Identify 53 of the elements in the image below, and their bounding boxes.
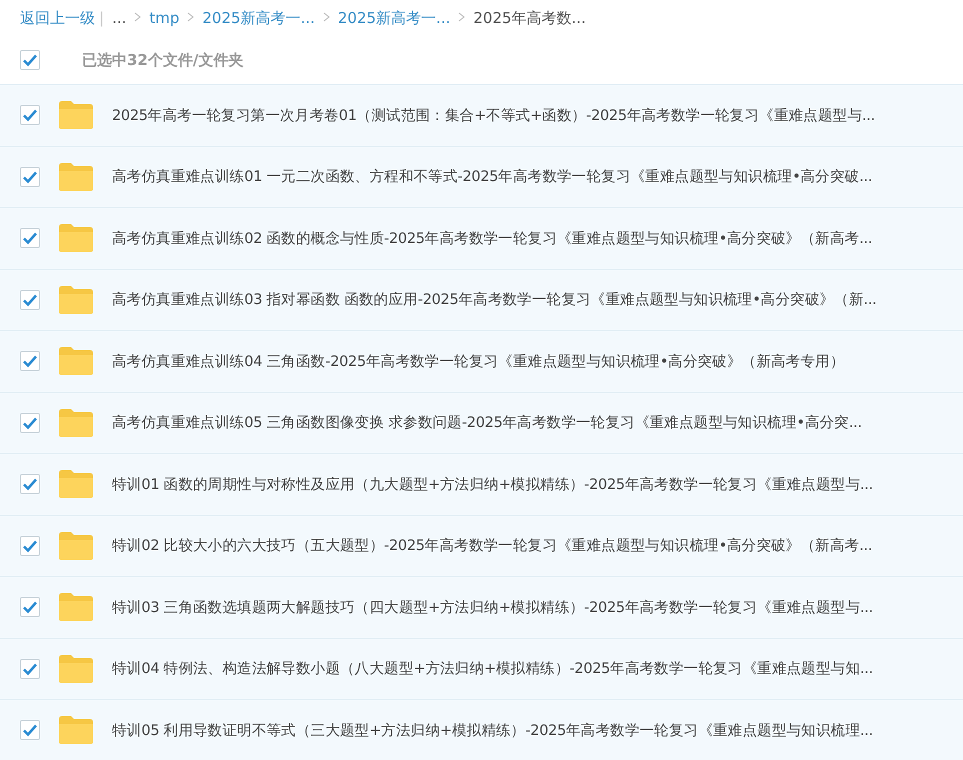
checkbox[interactable] (20, 105, 40, 126)
separator-text: | (99, 9, 104, 27)
checkbox[interactable] (20, 290, 40, 310)
folder-name: 高考仿真重难点训练05 三角函数图像变换 求参数问题-2025年高考数学一轮复习《重难点题型与知识梳理•高分突... (112, 414, 862, 432)
folder-name: 2025年高考一轮复习第一次月考卷01（测试范围：集合+不等式+函数）-2025年高考数学一轮复习《重难点题型与... (112, 106, 875, 125)
checkbox[interactable] (20, 412, 40, 433)
folder-icon (58, 530, 94, 561)
folder-icon (58, 346, 94, 376)
folder-icon (58, 592, 94, 622)
checkbox[interactable] (20, 658, 40, 679)
checkbox[interactable] (20, 474, 40, 494)
selection-count: 已选中32个文件/文件夹 (82, 50, 244, 70)
file-row[interactable]: 2025年高考一轮复习第一次月考卷01（测试范围：集合+不等式+函数）-2025年高考数学一轮复习《重难点题型与... (0, 84, 963, 146)
file-row[interactable]: 高考仿真重难点训练02 函数的概念与性质-2025年高考数学一轮复习《重难点题型与知识梳理•高分突破》（新高考... (0, 207, 963, 268)
folder-icon (58, 284, 94, 315)
folder-name: 高考仿真重难点训练04 三角函数-2025年高考数学一轮复习《重难点题型与知识梳理•高分突破》（新高考专用） (112, 352, 845, 371)
file-row[interactable]: 高考仿真重难点训练01 一元二次函数、方程和不等式-2025年高考数学一轮复习《重难点题型与知识梳理•高分突破... (0, 146, 963, 207)
folder-name: 特训02 比较大小的六大技巧（五大题型）-2025年高考数学一轮复习《重难点题型与知识梳理•高分突破》（新高考... (112, 536, 872, 556)
checkbox[interactable] (20, 166, 40, 187)
checkbox[interactable] (20, 228, 40, 248)
folder-icon (58, 408, 94, 438)
checkbox[interactable] (20, 50, 40, 70)
breadcrumb-item: ... (112, 9, 126, 27)
folder-name: 高考仿真重难点训练02 函数的概念与性质-2025年高考数学一轮复习《重难点题型与知识梳理•高分突破》（新高考... (112, 230, 872, 248)
file-row[interactable]: 特训01 函数的周期性与对称性及应用（九大题型+方法归纳+模拟精练）-2025年高考数学一轮复习《重难点题型与... (0, 453, 963, 514)
file-row[interactable]: 高考仿真重难点训练05 三角函数图像变换 求参数问题-2025年高考数学一轮复习《重难点题型与知识梳理•高分突... (0, 392, 963, 453)
file-row[interactable]: 特训04 特例法、构造法解导数小题（八大题型+方法归纳+模拟精练）-2025年高考数学一轮复习《重难点题型与知... (0, 638, 963, 699)
checkbox[interactable] (20, 720, 40, 740)
folder-icon (58, 469, 94, 500)
file-row[interactable]: 特训03 三角函数选填题两大解题技巧（四大题型+方法归纳+模拟精练）-2025年高考数学一轮复习《重难点题型与... (0, 576, 963, 638)
breadcrumb-link[interactable]: 2025新高考一... (338, 8, 450, 28)
checkbox[interactable] (20, 536, 40, 556)
breadcrumb-item: 2025年高考数... (473, 8, 586, 28)
checkbox[interactable] (20, 597, 40, 618)
checkbox[interactable] (20, 351, 40, 372)
file-row[interactable]: 特训05 利用导数证明不等式（三大题型+方法归纳+模拟精练）-2025年高考数学一轮复习《重难点题型与知识梳理... (0, 699, 963, 760)
folder-name: 高考仿真重难点训练01 一元二次函数、方程和不等式-2025年高考数学一轮复习《重难点题型与知识梳理•高分突破... (112, 168, 872, 186)
folder-icon (58, 715, 94, 746)
file-row[interactable]: 高考仿真重难点训练03 指对幂函数 函数的应用-2025年高考数学一轮复习《重难点题型与知识梳理•高分突破》（新... (0, 268, 963, 330)
breadcrumb-link[interactable]: 2025新高考一... (202, 8, 315, 28)
folder-name: 特训01 函数的周期性与对称性及应用（九大题型+方法归纳+模拟精练）-2025年高考数学一轮复习《重难点题型与... (112, 476, 873, 494)
file-row[interactable]: 特训02 比较大小的六大技巧（五大题型）-2025年高考数学一轮复习《重难点题型与知识梳理•高分突破》（新高考... (0, 514, 963, 576)
folder-icon (58, 654, 94, 684)
folder-name: 特训04 特例法、构造法解导数小题（八大题型+方法归纳+模拟精练）-2025年高考数学一轮复习《重难点题型与知... (112, 660, 873, 678)
file-row[interactable]: 高考仿真重难点训练04 三角函数-2025年高考数学一轮复习《重难点题型与知识梳理•高分突破》（新高考专用） (0, 330, 963, 392)
breadcrumb-link[interactable]: tmp (149, 9, 180, 27)
folder-icon (58, 223, 94, 254)
folder-name: 高考仿真重难点训练03 指对幂函数 函数的应用-2025年高考数学一轮复习《重难点题型与知识梳理•高分突破》（新... (112, 290, 876, 310)
folder-icon (58, 100, 94, 130)
folder-name: 特训03 三角函数选填题两大解题技巧（四大题型+方法归纳+模拟精练）-2025年高考数学一轮复习《重难点题型与... (112, 598, 873, 617)
folder-icon (58, 162, 94, 192)
folder-name: 特训05 利用导数证明不等式（三大题型+方法归纳+模拟精练）-2025年高考数学一轮复习《重难点题型与知识梳理... (112, 722, 873, 740)
back-link[interactable]: 返回上一级 (20, 8, 95, 28)
